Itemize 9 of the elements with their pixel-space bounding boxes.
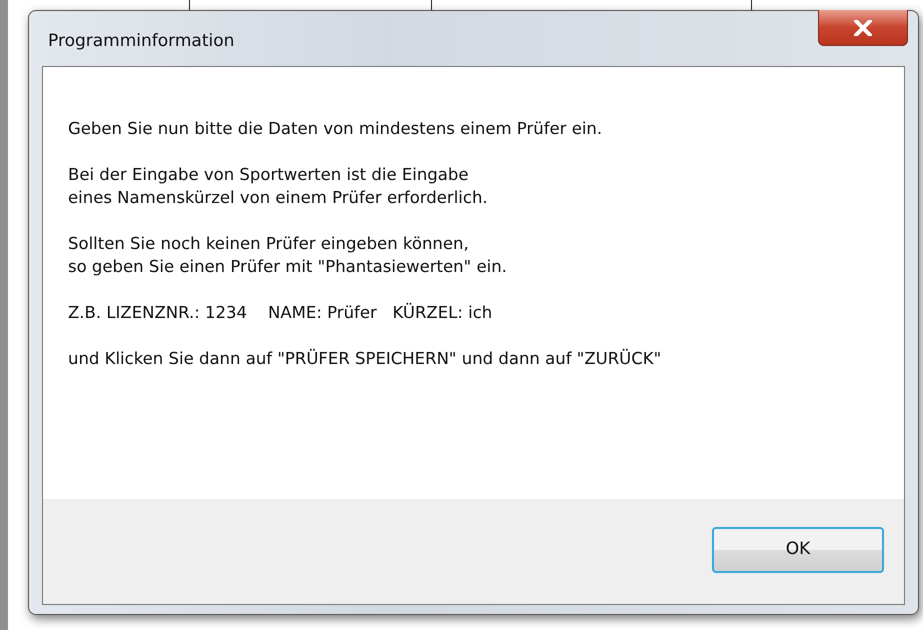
message-text: Bei der Eingabe von Sportwerten ist die Eingabe eines Namenskürzel von einem Prüfer erforderlich. (68, 164, 489, 209)
message-text: Sollten Sie noch keinen Prüfer eingeben können, so geben Sie einen Prüfer mit "Phantasiewerten" ein. (68, 233, 508, 278)
close-button[interactable] (818, 10, 908, 46)
close-icon (854, 20, 872, 36)
message-text: Z.B. LIZENZNR.: 1234 NAME: Prüfer KÜRZEL: ich (68, 302, 494, 324)
ok-button[interactable]: OK (712, 527, 884, 573)
message-text: und Klicken Sie dann auf "PRÜFER SPEICHERN" und dann auf "ZURÜCK" (68, 348, 662, 370)
message-text: Geben Sie nun bitte die Daten von mindestens einem Prüfer ein. (68, 118, 604, 140)
window-title: Programminformation (48, 30, 234, 53)
